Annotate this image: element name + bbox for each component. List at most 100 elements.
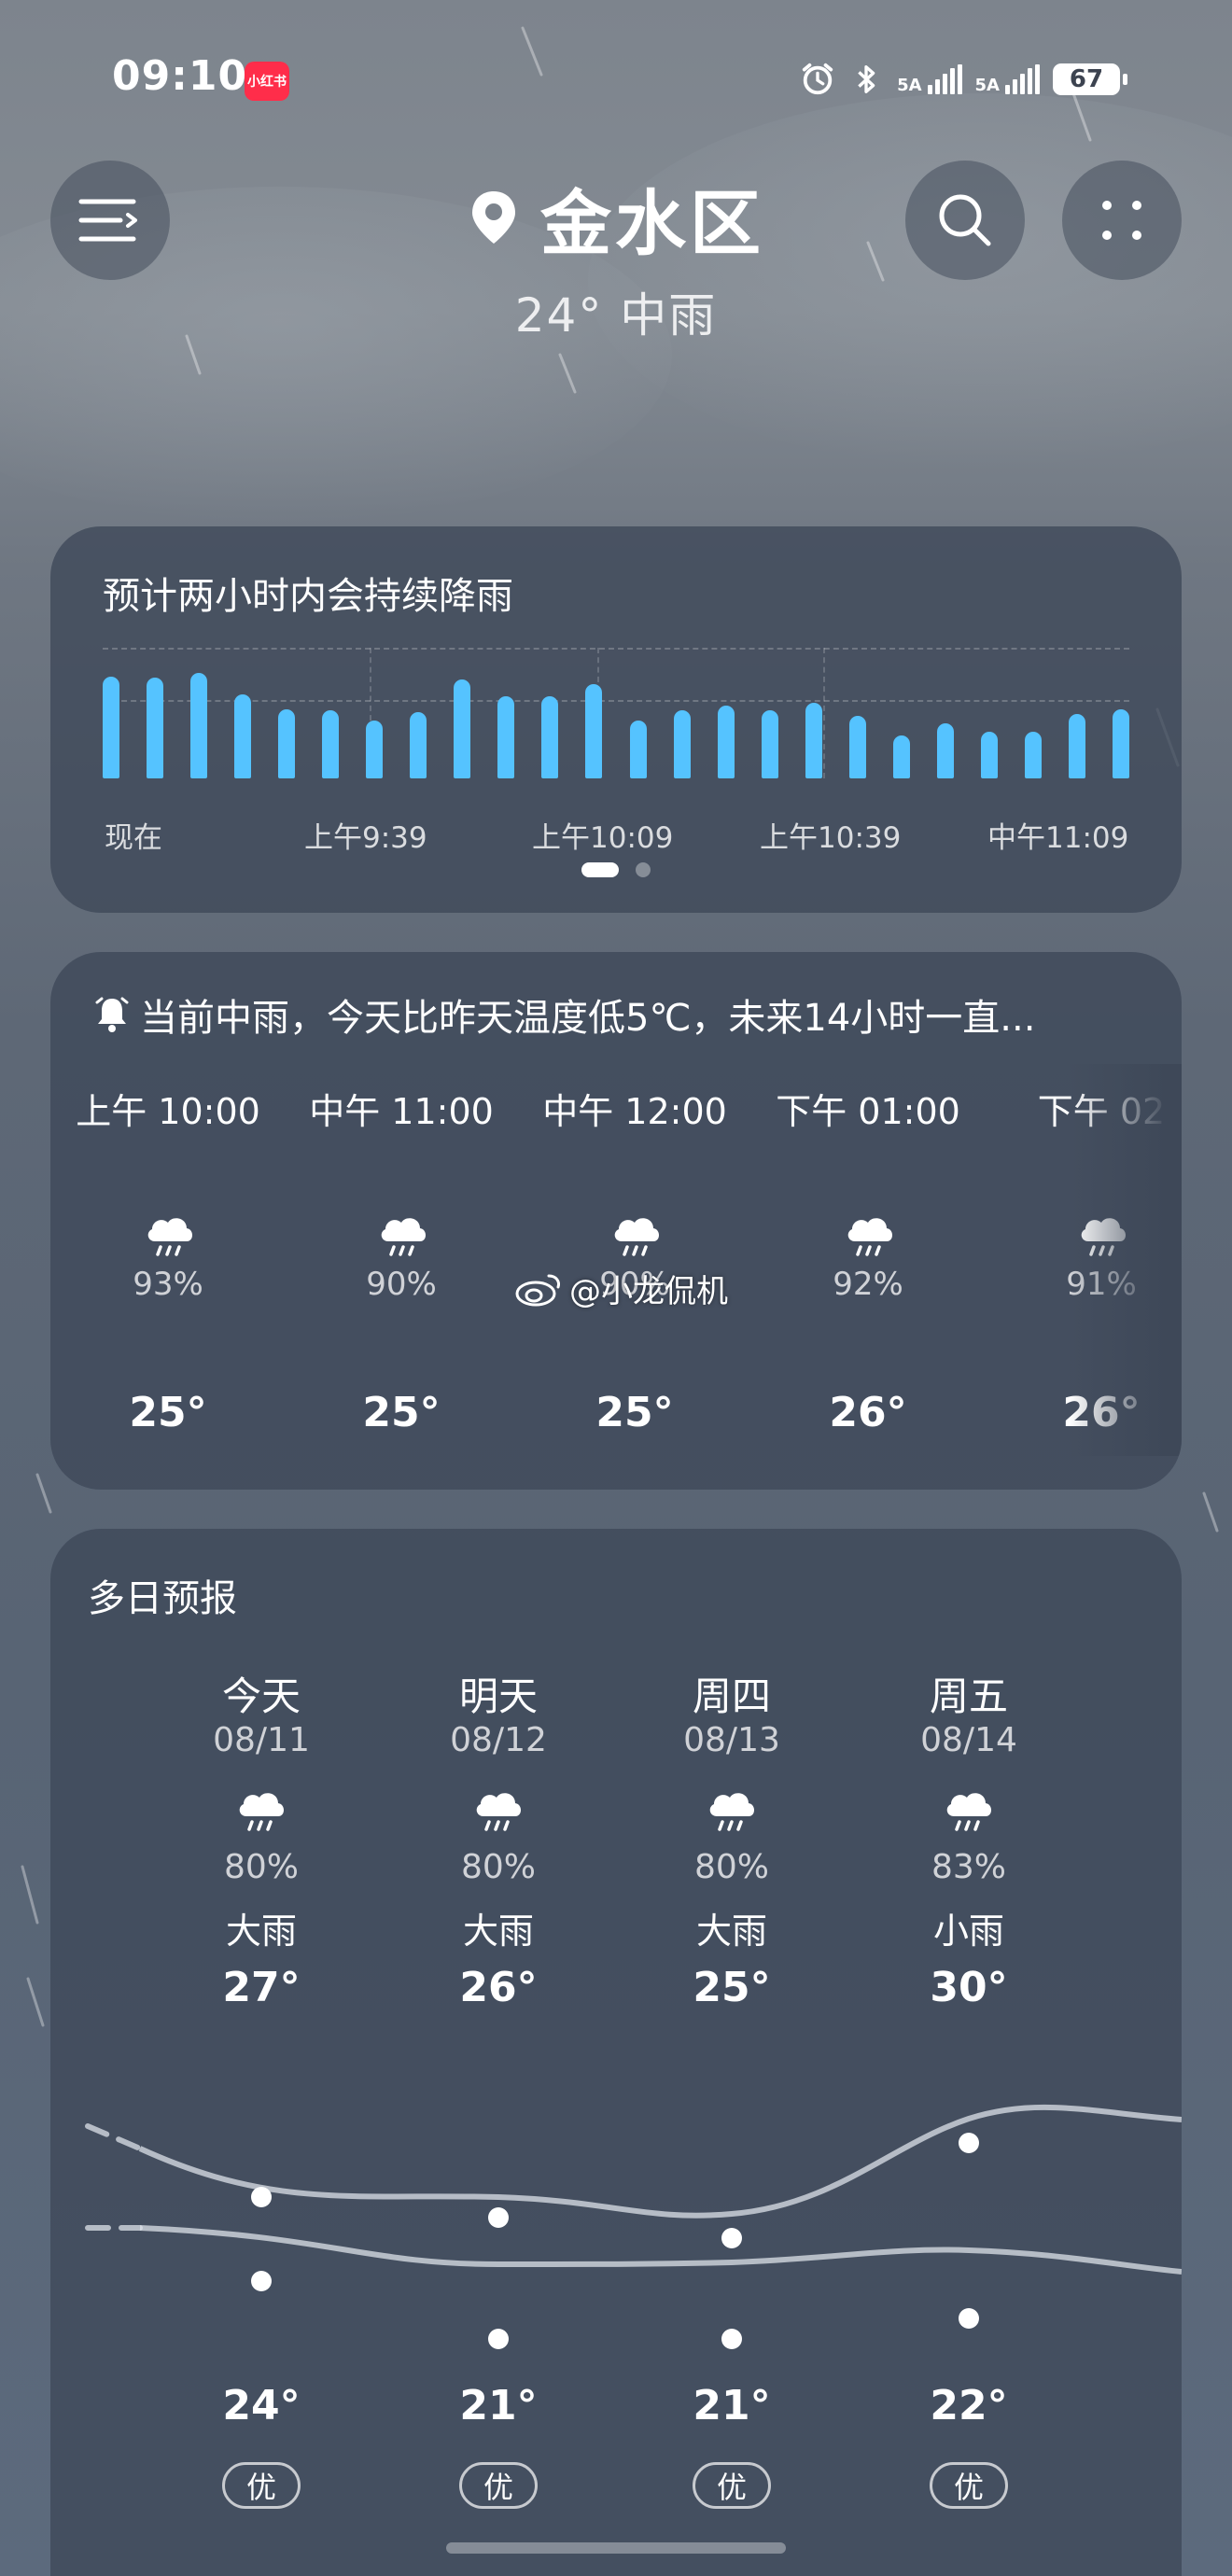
location-header[interactable]: 金水区 (0, 166, 1232, 269)
day-condition: 小雨 (932, 1911, 1004, 1952)
low-temp-point (721, 2329, 742, 2349)
cellular-signal-1: 5A (897, 64, 962, 94)
day-low-temp: 21° (693, 2382, 771, 2429)
rain-cloud-icon (614, 1218, 659, 1256)
search-button[interactable] (905, 161, 1025, 280)
heavy-rain-icon (239, 1793, 284, 1831)
precip-bar (454, 679, 470, 778)
precip-bar (278, 709, 295, 778)
heavy-rain-icon (476, 1793, 521, 1831)
day-condition: 大雨 (695, 1911, 767, 1952)
hourly-item[interactable]: 下午 01:00 92% 26° (765, 952, 971, 1490)
axis-label-1009: 上午10:09 (532, 821, 674, 855)
day-high-temp: 25° (693, 1964, 771, 2011)
bluetooth-icon (858, 65, 875, 93)
scroll-fade (1070, 1064, 1182, 1456)
day-date: 08/13 (683, 1721, 780, 1759)
day-high-temp: 26° (459, 1964, 538, 2011)
day-low-temp: 21° (459, 2382, 538, 2429)
hourly-temperature: 25° (129, 1389, 207, 1436)
hourly-time: 上午 10:00 (76, 1091, 260, 1132)
page-indicator[interactable] (50, 862, 1182, 877)
more-grid-icon (1102, 201, 1141, 240)
status-icons: 5A 5A 67 (800, 58, 1127, 101)
hourly-temperature: 26° (829, 1389, 907, 1436)
cellular-signal-2: 5A (975, 64, 1040, 94)
low-temp-point (251, 2271, 272, 2291)
precipitation-title: 预计两小时内会持续降雨 (103, 575, 513, 618)
precip-bar (147, 678, 163, 778)
precip-bar (322, 710, 339, 778)
hourly-temperature: 25° (595, 1389, 674, 1436)
high-temp-point (251, 2187, 272, 2207)
day-name: 今天 (221, 1673, 301, 1719)
day-date: 08/12 (450, 1721, 547, 1759)
weibo-watermark: @小龙侃机 (513, 1266, 728, 1311)
page-dot[interactable] (636, 862, 651, 877)
axis-label-1039: 上午10:39 (760, 821, 902, 855)
heavy-rain-icon (946, 1793, 991, 1831)
hourly-time: 中午 12:00 (542, 1091, 727, 1132)
day-condition: 大雨 (462, 1911, 534, 1952)
day-precip-chance: 80% (460, 1848, 536, 1886)
hourly-time: 下午 01:00 (776, 1091, 960, 1132)
axis-label-1109: 中午11:09 (987, 821, 1129, 855)
day-low-temp: 22° (930, 2382, 1008, 2429)
high-temp-point (488, 2207, 509, 2228)
hourly-forecast-card[interactable]: 当前中雨，今天比昨天温度低5℃，未来14小时一直... 上午 10:00 93% 2… (50, 952, 1182, 1490)
multiday-forecast-card[interactable]: 多日预报 今天 08/11 80% 大雨 27° 24° 优明天 08/12 80% 大雨 26° 2… (50, 1529, 1182, 2576)
hourly-temperature: 25° (362, 1389, 441, 1436)
heavy-rain-icon (709, 1793, 754, 1831)
precip-bar (234, 694, 251, 778)
hourly-precip-chance: 90% (366, 1266, 437, 1303)
rain-cloud-icon (381, 1218, 426, 1256)
precip-bar (190, 673, 207, 778)
precip-bar (585, 684, 602, 778)
axis-label-939: 上午9:39 (304, 821, 427, 855)
hourly-item[interactable]: 上午 10:00 93% 25° (65, 952, 271, 1490)
precip-bar (674, 710, 691, 778)
precip-bar (762, 710, 778, 778)
alarm-icon (802, 63, 833, 95)
day-precip-chance: 83% (931, 1848, 1006, 1886)
hourly-time: 中午 11:00 (309, 1091, 494, 1132)
air-quality-badge[interactable]: 优 (930, 2462, 1008, 2509)
low-temp-point (959, 2308, 979, 2329)
precip-bar (718, 706, 735, 778)
hourly-precip-chance: 93% (133, 1266, 203, 1303)
weibo-icon (515, 1274, 560, 1306)
more-button[interactable] (1062, 161, 1182, 280)
precipitation-card[interactable]: 预计两小时内会持续降雨 现在 上午9:39 上午10:09 上午10:39 中午… (50, 526, 1182, 913)
day-name: 明天 (458, 1673, 538, 1719)
air-quality-badge[interactable]: 优 (693, 2462, 771, 2509)
air-quality-badge[interactable]: 优 (459, 2462, 538, 2509)
page-dot-active[interactable] (581, 862, 619, 877)
location-pin-icon (472, 191, 515, 244)
precip-bar (981, 732, 998, 778)
day-high-temp: 30° (930, 1964, 1008, 2011)
rain-cloud-icon (847, 1218, 892, 1256)
precip-bar (849, 716, 866, 778)
precip-bar (937, 723, 954, 778)
hourly-item[interactable]: 中午 11:00 90% 25° (299, 952, 504, 1490)
day-condition: 大雨 (225, 1911, 297, 1952)
high-temp-point (721, 2228, 742, 2248)
precip-bar (1113, 709, 1129, 778)
day-precip-chance: 80% (223, 1848, 299, 1886)
day-precip-chance: 80% (693, 1848, 769, 1886)
day-low-temp: 24° (222, 2382, 301, 2429)
status-bar: 09:10 小红书 5A 5A 67 (0, 0, 1232, 159)
home-indicator[interactable] (446, 2542, 786, 2554)
day-name: 周五 (929, 1673, 1008, 1719)
precip-bar (541, 696, 558, 778)
air-quality-badge[interactable]: 优 (222, 2462, 301, 2509)
precip-bar (103, 677, 119, 778)
hourly-item[interactable]: 中午 12:00 90% 25° (532, 952, 737, 1490)
low-temp-point (488, 2329, 509, 2349)
search-icon (939, 194, 991, 246)
precipitation-chart (103, 648, 1129, 778)
day-date: 08/11 (213, 1721, 310, 1759)
precip-bar (366, 721, 383, 778)
day-name: 周四 (692, 1673, 771, 1719)
location-name: 金水区 (540, 182, 764, 265)
